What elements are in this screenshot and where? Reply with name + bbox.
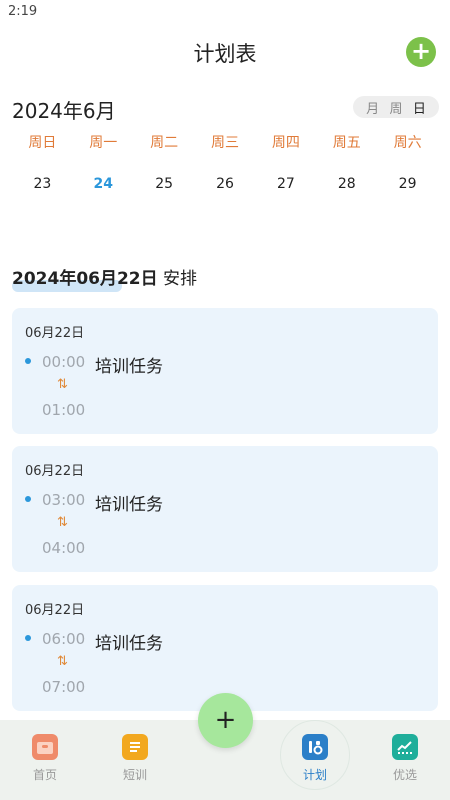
date-cell[interactable]: 26 xyxy=(195,176,256,192)
card-date: 06月22日 xyxy=(25,326,85,341)
nav-item-plan[interactable]: 计划 xyxy=(280,734,350,783)
weekday-label: 周三 xyxy=(211,135,239,151)
plan-tools-icon xyxy=(302,734,328,760)
view-option-week[interactable]: 周 xyxy=(389,98,402,117)
document-icon xyxy=(122,734,148,760)
task-title: 培训任务 xyxy=(95,357,163,377)
date-cell[interactable]: 27 xyxy=(255,176,316,192)
start-time: 06:00 xyxy=(42,630,86,648)
home-icon xyxy=(32,734,58,760)
nav-item-short-training[interactable]: 短训 xyxy=(100,734,170,783)
month-label: 2024年6月 xyxy=(12,99,116,123)
schedule-heading-suffix: 安排 xyxy=(163,269,198,289)
swap-arrows-icon: ⇅ xyxy=(57,377,68,392)
nav-label: 优选 xyxy=(392,768,417,782)
weekday-label: 周四 xyxy=(271,135,300,151)
weekday-label: 周一 xyxy=(89,135,118,151)
status-bar: 2:19 xyxy=(0,0,450,24)
end-time: 07:00 xyxy=(42,678,86,696)
floating-add-button[interactable]: + xyxy=(198,693,253,748)
plus-circle-icon: + xyxy=(410,37,432,65)
schedule-card[interactable]: 06月22日 00:00 ⇅ 01:00 培训任务 xyxy=(12,308,438,434)
view-mode-toggle[interactable]: 月 周 日 xyxy=(353,96,439,118)
nav-label: 首页 xyxy=(32,768,57,782)
end-time: 04:00 xyxy=(42,539,86,557)
add-plan-button[interactable]: + xyxy=(406,37,436,67)
date-cell[interactable]: 29 xyxy=(377,176,438,192)
bullet-dot xyxy=(25,635,31,641)
schedule-card[interactable]: 06月22日 03:00 ⇅ 04:00 培训任务 xyxy=(12,446,438,572)
swap-arrows-icon: ⇅ xyxy=(57,654,68,669)
nav-item-featured[interactable]: 优选 xyxy=(370,734,440,783)
chart-icon xyxy=(392,734,418,760)
schedule-heading: 2024年06月22日 安排 xyxy=(12,264,198,292)
end-time: 01:00 xyxy=(42,401,86,419)
plus-icon: + xyxy=(214,704,237,735)
date-row: 23 24 25 26 27 28 29 xyxy=(12,176,438,192)
task-title: 培训任务 xyxy=(95,495,163,515)
weekday-label: 周六 xyxy=(393,135,422,151)
weekday-header-row: 周日 周一 周二 周三 周四 周五 周六 xyxy=(12,132,438,152)
start-time: 03:00 xyxy=(42,491,86,509)
date-cell[interactable]: 25 xyxy=(134,176,195,192)
swap-arrows-icon: ⇅ xyxy=(57,515,68,530)
bullet-dot xyxy=(25,358,31,364)
bullet-dot xyxy=(25,496,31,502)
nav-item-home[interactable]: 首页 xyxy=(10,734,80,783)
view-option-day[interactable]: 日 xyxy=(413,98,426,117)
nav-label: 计划 xyxy=(302,768,327,782)
status-time: 2:19 xyxy=(8,4,38,19)
schedule-heading-date: 2024年06月22日 xyxy=(12,269,158,289)
header: 计划表 + xyxy=(0,24,450,80)
view-option-month[interactable]: 月 xyxy=(366,98,379,117)
weekday-label: 周日 xyxy=(28,135,57,151)
date-cell-today[interactable]: 24 xyxy=(73,176,134,192)
start-time: 00:00 xyxy=(42,353,86,371)
task-title: 培训任务 xyxy=(95,634,163,654)
weekday-label: 周五 xyxy=(332,135,361,151)
date-cell[interactable]: 23 xyxy=(12,176,73,192)
card-date: 06月22日 xyxy=(25,464,85,479)
nav-label: 短训 xyxy=(122,768,147,782)
weekday-label: 周二 xyxy=(150,135,179,151)
card-date: 06月22日 xyxy=(25,603,85,618)
page-title: 计划表 xyxy=(193,42,257,66)
date-cell[interactable]: 28 xyxy=(316,176,377,192)
